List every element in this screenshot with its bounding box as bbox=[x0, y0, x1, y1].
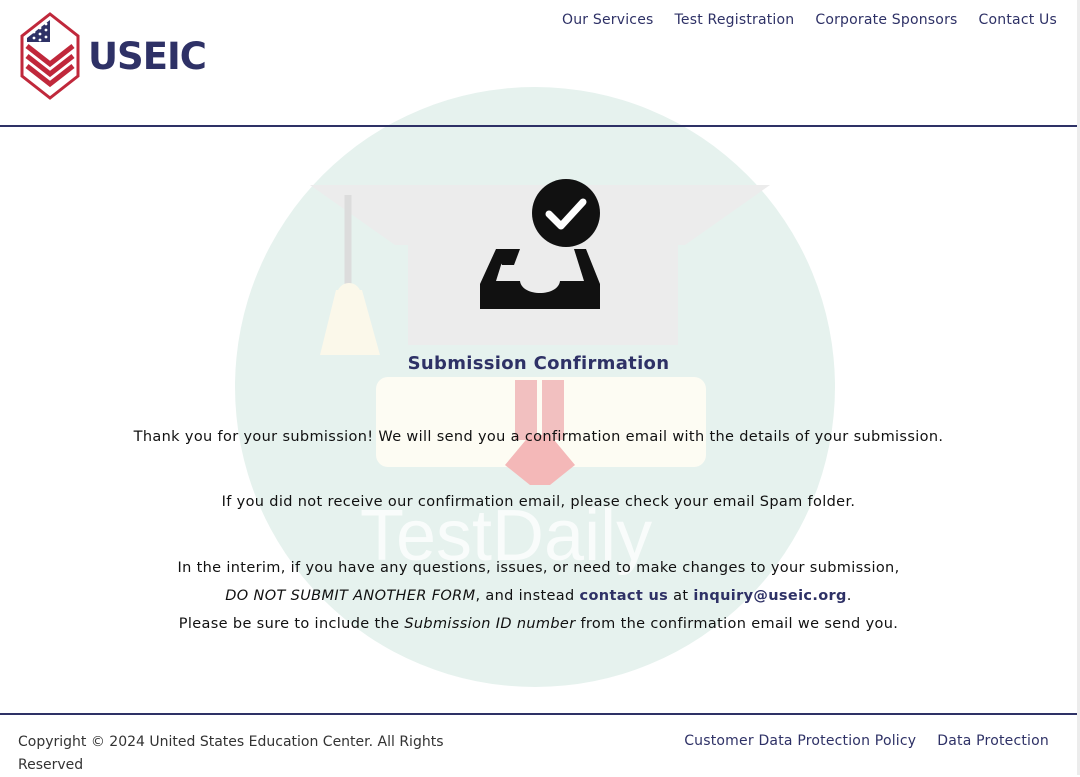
nav-test-registration[interactable]: Test Registration bbox=[675, 12, 795, 28]
nav-our-services[interactable]: Our Services bbox=[562, 12, 654, 28]
confirmation-thanks-text: Thank you for your submission! We will s… bbox=[133, 429, 944, 445]
confirmation-title: Submission Confirmation bbox=[407, 353, 670, 374]
brand-logo[interactable]: USEIC bbox=[20, 12, 207, 100]
inbox-check-icon bbox=[480, 179, 600, 309]
footer-divider bbox=[0, 713, 1077, 715]
submission-id-emphasis: Submission ID number bbox=[404, 616, 576, 632]
footer-customer-data-protection-policy[interactable]: Customer Data Protection Policy bbox=[684, 733, 916, 749]
main-nav: Our Services Test Registration Corporate… bbox=[562, 12, 1057, 28]
interim-text-mid: , and instead bbox=[475, 588, 580, 604]
brand-name: USEIC bbox=[88, 34, 207, 78]
contact-us-link[interactable]: contact us bbox=[580, 588, 669, 604]
nav-corporate-sponsors[interactable]: Corporate Sponsors bbox=[815, 12, 957, 28]
email-link[interactable]: inquiry@useic.org bbox=[693, 588, 846, 604]
footer-data-protection[interactable]: Data Protection bbox=[937, 733, 1049, 749]
footer-links: Customer Data Protection Policy Data Pro… bbox=[684, 733, 1049, 749]
spam-folder-notice: If you did not receive our confirmation … bbox=[221, 494, 856, 510]
flag-shield-icon bbox=[20, 12, 80, 100]
interim-line-1: In the interim, if you have any question… bbox=[177, 560, 900, 576]
nav-contact-us[interactable]: Contact Us bbox=[979, 12, 1057, 28]
do-not-submit-emphasis: DO NOT SUBMIT ANOTHER FORM bbox=[225, 588, 476, 604]
confirmation-section: Submission Confirmation Thank you for yo… bbox=[0, 127, 1077, 714]
include-id-end: from the confirmation email we send you. bbox=[575, 616, 899, 632]
interim-line-3: Please be sure to include the Submission… bbox=[0, 610, 1077, 638]
site-header: USEIC Our Services Test Registration Cor… bbox=[0, 0, 1077, 126]
interim-text-end: . bbox=[846, 588, 852, 604]
include-id-start: Please be sure to include the bbox=[178, 616, 405, 632]
copyright-text: Copyright © 2024 United States Education… bbox=[18, 734, 444, 773]
interim-text-at: at bbox=[668, 588, 694, 604]
interim-instructions: In the interim, if you have any question… bbox=[0, 554, 1077, 638]
interim-line-2: DO NOT SUBMIT ANOTHER FORM, and instead … bbox=[0, 582, 1077, 610]
